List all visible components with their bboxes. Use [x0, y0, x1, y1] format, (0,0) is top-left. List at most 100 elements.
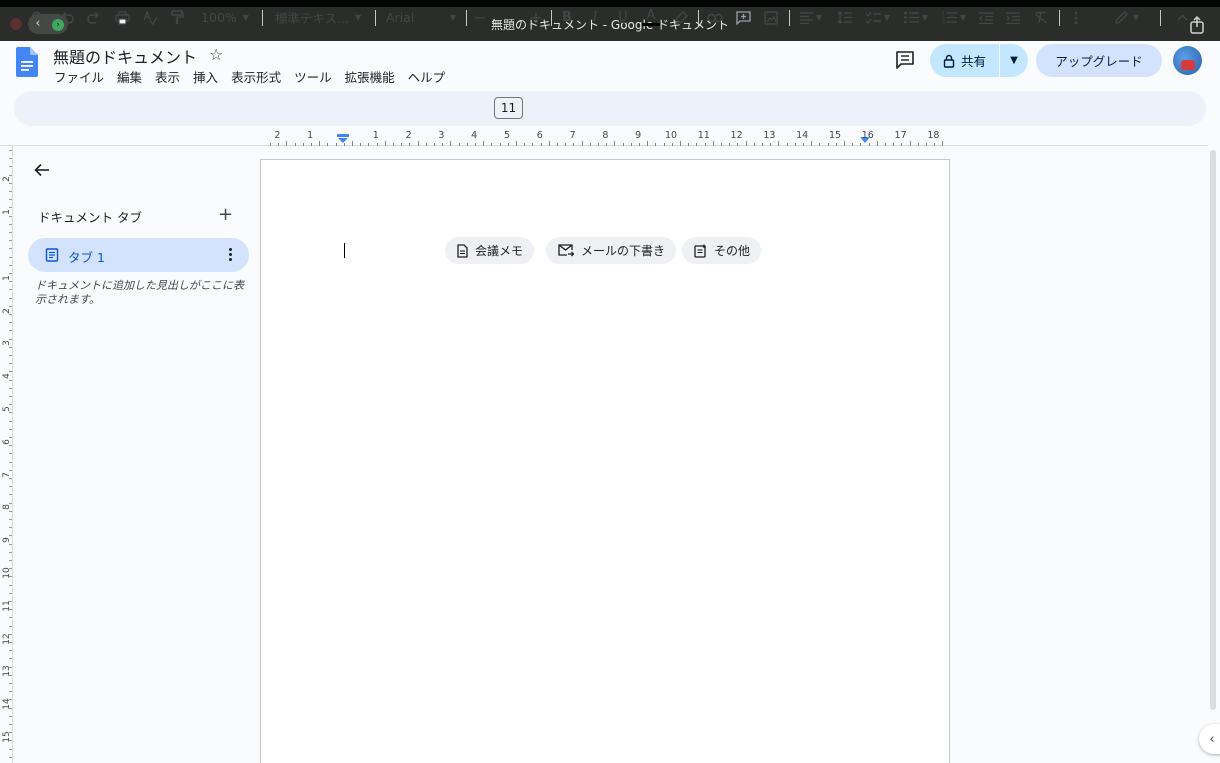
- add-comment-icon[interactable]: [733, 0, 753, 35]
- ruler-tick: [819, 143, 821, 146]
- ruler-tick: [9, 666, 12, 668]
- undo-icon[interactable]: [57, 0, 77, 35]
- ruler-tick: [9, 264, 12, 266]
- font-size-input[interactable]: 11: [494, 97, 523, 119]
- redo-icon[interactable]: [84, 0, 104, 35]
- chip-label: メールの下書き: [581, 244, 666, 258]
- ruler-tick: [319, 141, 321, 146]
- ruler-tick: [9, 207, 12, 209]
- ruler-tick: [721, 143, 722, 146]
- print-icon[interactable]: [112, 0, 132, 35]
- ruler-tick: [9, 576, 12, 578]
- bold-button[interactable]: B: [559, 0, 575, 35]
- doc-icon: [457, 243, 468, 258]
- ruler-tick: [893, 143, 895, 146]
- tab-more-options-icon[interactable]: [227, 246, 233, 264]
- meeting-notes-chip[interactable]: 会議メモ: [445, 237, 535, 264]
- ruler-tick: [9, 469, 12, 471]
- line-spacing-icon[interactable]: [834, 0, 854, 35]
- horizontal-ruler[interactable]: 2 1 1 2 3 4 5 6 7 8 9 10 11 12 13 14 15 16 17 18: [260, 128, 950, 146]
- avatar[interactable]: [1173, 46, 1202, 75]
- ruler-tick: [9, 355, 12, 356]
- toolbar: [14, 91, 1206, 126]
- ruler-tick: [696, 143, 698, 146]
- star-icon[interactable]: ☆: [209, 45, 223, 64]
- ruler-tick: [278, 143, 280, 146]
- text-color-button[interactable]: A: [642, 0, 660, 35]
- ruler-tick: [9, 510, 12, 512]
- underline-button[interactable]: U: [615, 0, 631, 35]
- chip-label: 会議メモ: [475, 244, 524, 258]
- outline-empty-hint: ドキュメントに追加した見出しがここに表示されます。: [35, 279, 244, 306]
- tab-item-1[interactable]: タブ 1: [28, 238, 249, 272]
- add-tab-icon[interactable]: +: [218, 205, 233, 225]
- ruler-tick: [9, 748, 12, 750]
- menu-edit[interactable]: 編集: [117, 67, 142, 86]
- email-draft-chip[interactable]: メールの下書き: [546, 237, 677, 264]
- menu-format[interactable]: 表示形式: [231, 67, 281, 86]
- ruler-label: 1: [372, 130, 379, 141]
- hide-menus-icon[interactable]: [1172, 0, 1192, 35]
- ruler-label: 14: [796, 130, 809, 141]
- ruler-tick: [409, 143, 411, 146]
- share-dropdown-icon[interactable]: ▼: [1000, 44, 1028, 77]
- ruler-tick: [9, 494, 12, 496]
- ruler-label: 9: [635, 130, 642, 141]
- menu-tools[interactable]: ツール: [294, 67, 332, 86]
- menu-insert[interactable]: 挿入: [193, 67, 218, 86]
- search-menus-icon[interactable]: [28, 0, 48, 35]
- chevron-down-icon: ▼: [921, 13, 929, 22]
- menu-file[interactable]: ファイル: [54, 67, 104, 86]
- share-button[interactable]: 共有: [930, 44, 1000, 77]
- increase-indent-icon[interactable]: [1003, 0, 1023, 35]
- zoom-select[interactable]: 100% ▼: [196, 0, 254, 35]
- editing-mode-select[interactable]: ▼: [1108, 0, 1146, 35]
- link-icon[interactable]: [705, 0, 725, 35]
- ruler-tick: [589, 143, 591, 146]
- ruler-label: 11: [697, 130, 710, 141]
- align-select[interactable]: ▼: [796, 0, 826, 35]
- bulleted-list-select[interactable]: ▼: [900, 0, 932, 35]
- ruler-tick: [9, 683, 12, 684]
- ruler-tick: [917, 143, 919, 146]
- more-templates-chip[interactable]: その他: [682, 237, 762, 264]
- ruler-tick: [458, 143, 460, 146]
- italic-button[interactable]: I: [587, 0, 603, 35]
- show-side-panel-icon[interactable]: ‹: [1199, 724, 1220, 754]
- tab-label: タブ 1: [68, 250, 105, 265]
- vertical-scrollbar[interactable]: [1210, 150, 1216, 710]
- comment-history-icon[interactable]: [894, 50, 916, 70]
- pencil-icon: [1115, 11, 1128, 24]
- ruler-tick: [9, 437, 12, 438]
- paragraph-style-select[interactable]: 標準テキス... ▼: [272, 0, 364, 35]
- document-title[interactable]: 無題のドキュメント: [53, 44, 197, 68]
- menu-view[interactable]: 表示: [155, 67, 180, 86]
- upgrade-button[interactable]: アップグレード: [1036, 44, 1162, 77]
- menu-extensions[interactable]: 拡張機能: [345, 67, 395, 86]
- menu-help[interactable]: ヘルプ: [408, 67, 446, 86]
- highlight-icon[interactable]: [672, 0, 690, 35]
- decrease-indent-icon[interactable]: [976, 0, 996, 35]
- spellcheck-icon[interactable]: [140, 0, 160, 35]
- ruler-tick: [745, 141, 747, 146]
- decrease-font-size-icon[interactable]: −: [472, 0, 488, 35]
- ruler-tick: [647, 141, 649, 146]
- lock-icon: [943, 54, 955, 68]
- docs-logo-icon[interactable]: [16, 47, 38, 77]
- clear-formatting-icon[interactable]: [1031, 0, 1051, 35]
- insert-image-icon[interactable]: [761, 0, 781, 35]
- ruler-tick: [360, 143, 362, 146]
- back-arrow-icon[interactable]: [33, 161, 51, 179]
- chevron-down-icon: ▼: [959, 13, 967, 22]
- font-select[interactable]: Arial ▼: [386, 0, 456, 35]
- ruler-tick: [9, 609, 12, 611]
- ruler-tick: [9, 182, 12, 184]
- increase-font-size-icon[interactable]: +: [528, 0, 544, 35]
- paint-format-icon[interactable]: [167, 0, 187, 35]
- more-options-icon[interactable]: [1066, 0, 1086, 35]
- ruler-tick: [835, 143, 837, 146]
- checklist-select[interactable]: ▼: [862, 0, 894, 35]
- numbered-list-select[interactable]: 1 2 3 ▼: [938, 0, 970, 35]
- ruler-tick: [417, 141, 419, 146]
- ruler-tick: [9, 568, 12, 570]
